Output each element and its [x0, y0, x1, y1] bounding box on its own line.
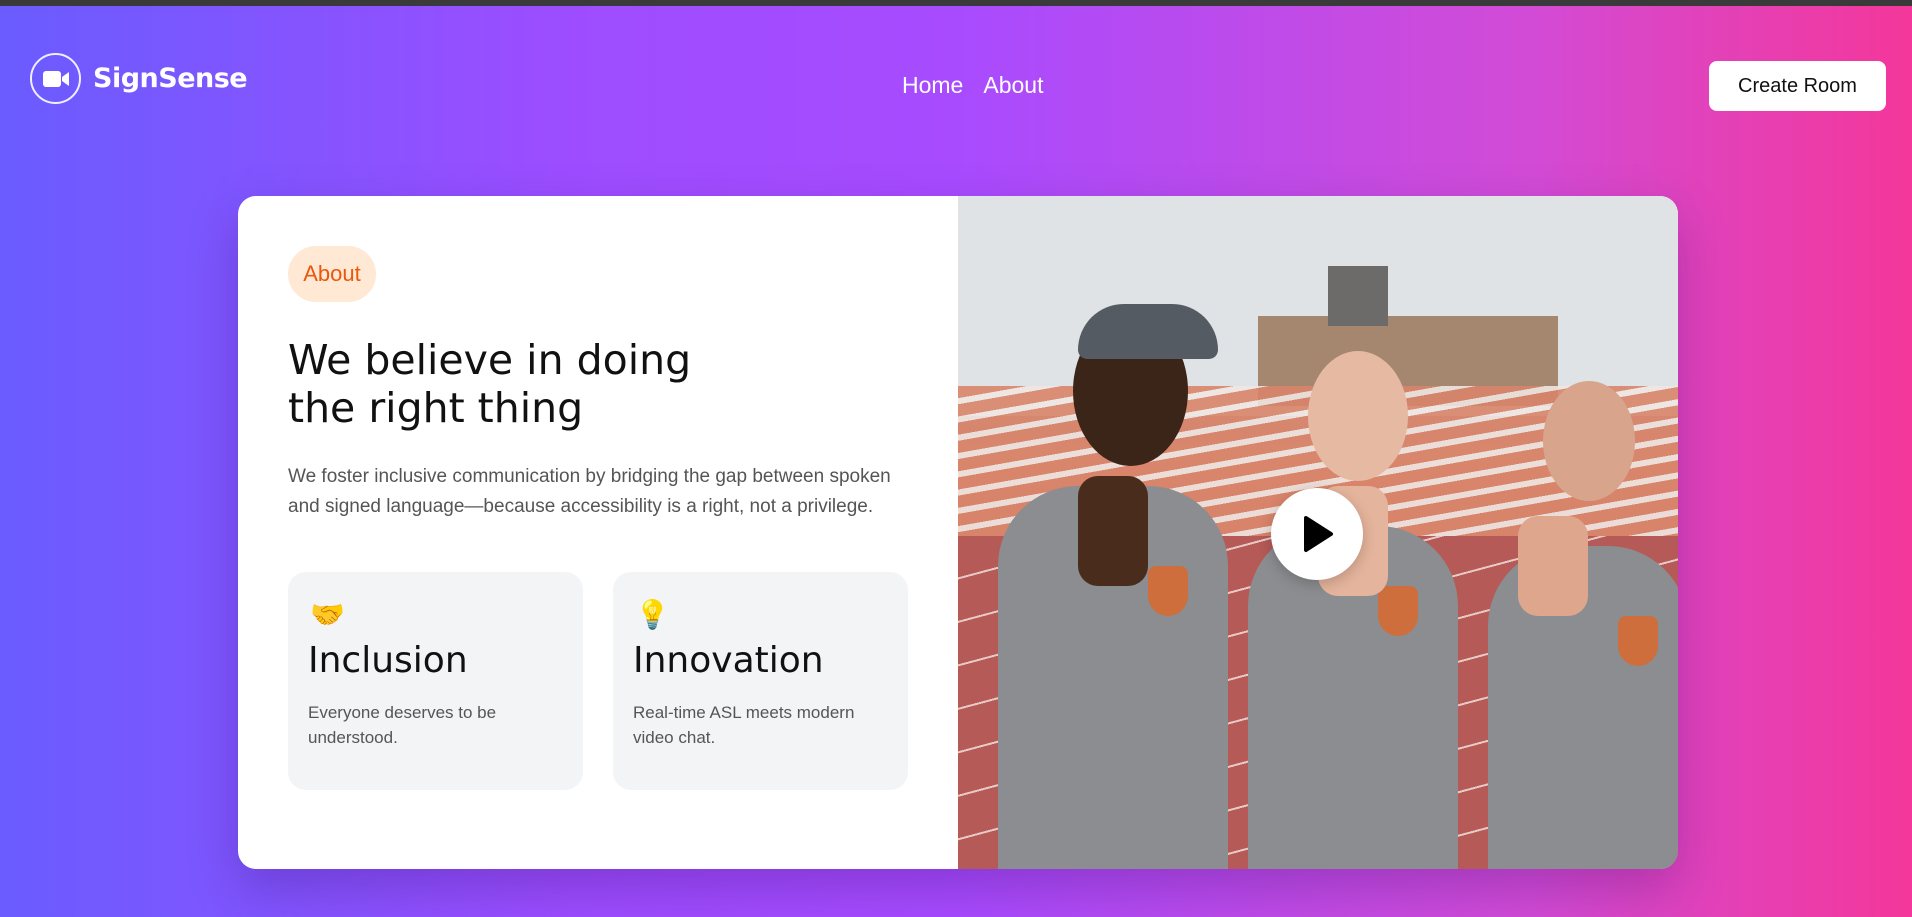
brand-name: SignSense [93, 63, 248, 94]
feature-text: Everyone deserves to be understood. [308, 703, 497, 747]
about-description: We foster inclusive communication by bri… [288, 466, 891, 517]
handshake-icon: 🤝 [310, 599, 345, 630]
about-headline: We believe in doing the right thing [288, 336, 848, 432]
feature-card-inclusion: 🤝 Inclusion Everyone deserves to be unde… [288, 572, 583, 790]
about-content: About We believe in doing the right thin… [238, 196, 958, 869]
video-camera-icon [30, 53, 81, 104]
play-button[interactable] [1271, 488, 1363, 580]
photo-head [1543, 381, 1635, 501]
shirt-logo [1378, 586, 1418, 636]
about-badge: About [288, 246, 376, 302]
headline-line-2: the right thing [288, 384, 584, 432]
feature-text: Real-time ASL meets modern video chat. [633, 703, 855, 747]
brand-logo[interactable]: SignSense [30, 53, 248, 104]
feature-title: Innovation [633, 640, 824, 681]
photo-cap [1078, 304, 1218, 359]
main-nav: Home About [902, 72, 1043, 99]
feature-title: Inclusion [308, 640, 468, 681]
lightbulb-icon: 💡 [635, 599, 670, 630]
photo-head [1308, 351, 1408, 481]
nav-home-link[interactable]: Home [902, 72, 963, 99]
nav-about-link[interactable]: About [983, 72, 1043, 99]
photo-hand [1078, 476, 1148, 586]
create-room-button[interactable]: Create Room [1709, 61, 1886, 111]
play-icon [1304, 516, 1333, 552]
shirt-logo [1618, 616, 1658, 666]
photo-tower [1328, 266, 1388, 326]
headline-line-1: We believe in doing [288, 336, 692, 384]
shirt-logo [1148, 566, 1188, 616]
about-video-thumbnail[interactable] [958, 196, 1678, 869]
feature-card-innovation: 💡 Innovation Real-time ASL meets modern … [613, 572, 908, 790]
browser-top-strip [0, 0, 1912, 6]
about-card: About We believe in doing the right thin… [238, 196, 1678, 869]
photo-hand [1518, 516, 1588, 616]
